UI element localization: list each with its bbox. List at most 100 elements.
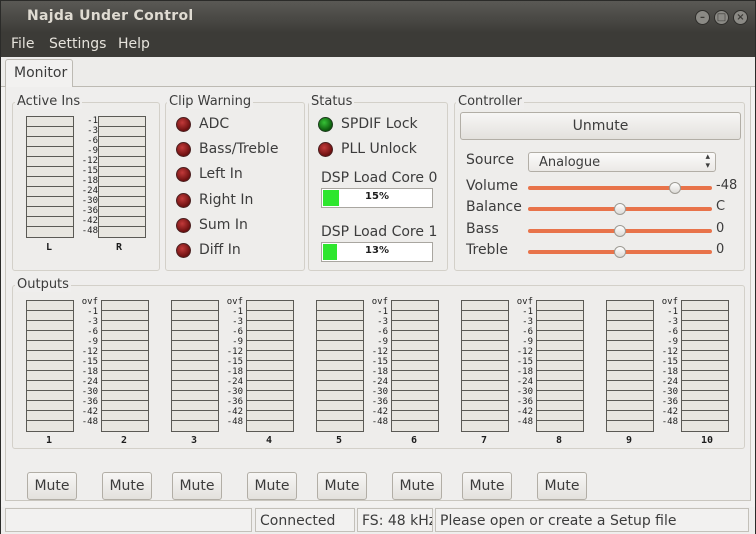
active-in-right-meter-segment: [99, 117, 145, 127]
output-meter-9-segment: [607, 361, 653, 371]
output-meter-9-segment: [607, 331, 653, 341]
output-scale-7-tick: -42: [516, 407, 533, 417]
output-meter-1-segment: [27, 311, 73, 321]
output-scale-7-tick: -30: [516, 387, 533, 397]
minimize-button[interactable]: –: [695, 10, 710, 25]
output-meter-4: [246, 300, 294, 432]
output-scale-1-tick: -42: [81, 407, 98, 417]
active-in-right-meter-segment: [99, 167, 145, 177]
output-scale-3-tick: -15: [226, 357, 243, 367]
active-in-left-meter-segment: [27, 217, 73, 227]
dsp-core1-percent: 13%: [365, 245, 389, 256]
close-button[interactable]: ×: [733, 10, 748, 25]
output-scale-9-tick: -3: [667, 317, 678, 327]
output-meter-5-segment: [317, 341, 363, 351]
mute-button-5[interactable]: Mute: [317, 472, 367, 500]
output-meter-6-segment: [392, 421, 438, 431]
output-meter-8-segment: [537, 341, 583, 351]
output-scale-5-tick: -48: [371, 417, 388, 427]
output-meter-3-segment: [172, 411, 218, 421]
active-in-left-label: L: [46, 242, 53, 253]
slider-value-0: -48: [716, 178, 738, 193]
output-meter-6-segment: [392, 341, 438, 351]
maximize-button[interactable]: □: [714, 10, 729, 25]
output-meter-3-segment: [172, 321, 218, 331]
output-scale-5-tick: -6: [377, 327, 388, 337]
active-in-right-label: R: [116, 242, 123, 253]
output-meter-5-segment: [317, 421, 363, 431]
active-in-right-meter-segment: [99, 157, 145, 167]
output-meter-2-segment: [102, 421, 148, 431]
mute-button-3[interactable]: Mute: [172, 472, 222, 500]
output-meter-7-segment: [462, 351, 508, 361]
connection-status: Connected: [255, 508, 355, 532]
output-meter-4-segment: [247, 391, 293, 401]
output-meter-2: [101, 300, 149, 432]
mute-button-4[interactable]: Mute: [247, 472, 297, 500]
output-meter-2-segment: [102, 321, 148, 331]
slider-value-3: 0: [716, 241, 725, 257]
output-scale-1-tick: -12: [81, 347, 98, 357]
output-scale-3-tick: -12: [226, 347, 243, 357]
output-meter-3-segment: [172, 381, 218, 391]
dsp-core1-label: DSP Load Core 1: [321, 224, 438, 240]
output-meter-2-segment: [102, 371, 148, 381]
output-meter-6-segment: [392, 391, 438, 401]
clip-led-4: [176, 217, 191, 233]
output-scale-3-tick: -42: [226, 407, 243, 417]
output-meter-6-segment: [392, 321, 438, 331]
mute-button-1[interactable]: Mute: [27, 472, 77, 500]
mute-button-2[interactable]: Mute: [102, 472, 152, 500]
output-scale-5: ovf -1 -3 -6 -9 -12 -15 -18 -24 -30 -36 -42 -48: [366, 297, 388, 427]
clip-led-3: [176, 192, 191, 208]
output-meter-8-segment: [537, 321, 583, 331]
sample-rate-status: FS: 48 kHz: [357, 508, 433, 532]
active-in-left-meter-segment: [27, 197, 73, 207]
clip-label-1: Bass/Treble: [199, 141, 279, 158]
tab-monitor[interactable]: Monitor: [5, 59, 73, 88]
active-in-left-meter: [26, 116, 74, 238]
active-in-right-meter-segment: [99, 127, 145, 137]
active-in-scale-tick: -30: [81, 196, 98, 206]
output-meter-9-segment: [607, 401, 653, 411]
menu-settings[interactable]: Settings: [49, 36, 106, 52]
active-in-right-meter-segment: [99, 187, 145, 197]
mute-button-7[interactable]: Mute: [462, 472, 512, 500]
dsp-core0-percent: 15%: [365, 191, 389, 202]
slider-handle-3[interactable]: [614, 245, 626, 258]
output-meter-5-segment: [317, 321, 363, 331]
output-channel-label-5: 5: [336, 435, 343, 446]
output-meter-1-segment: [27, 321, 73, 331]
output-meter-10-segment: [682, 401, 728, 411]
pll-unlock-label: PLL Unlock: [341, 141, 417, 157]
output-meter-6-segment: [392, 351, 438, 361]
output-scale-7-tick: -1: [522, 307, 533, 317]
output-meter-10-segment: [682, 411, 728, 421]
menu-help[interactable]: Help: [118, 36, 150, 52]
output-meter-10-segment: [682, 381, 728, 391]
slider-handle-2[interactable]: [614, 224, 626, 237]
output-meter-10-segment: [682, 361, 728, 371]
slider-track-0[interactable]: [528, 186, 712, 190]
source-value: Analogue: [539, 155, 601, 170]
active-in-right-meter-segment: [99, 217, 145, 227]
unmute-button[interactable]: Unmute: [460, 112, 741, 140]
output-meter-7-segment: [462, 311, 508, 321]
output-meter-9-segment: [607, 301, 653, 311]
output-scale-1-tick: -1: [87, 307, 98, 317]
mute-button-6[interactable]: Mute: [392, 472, 442, 500]
source-select[interactable]: Analogue ▴ ▾: [528, 152, 716, 172]
menu-file[interactable]: File: [11, 36, 34, 52]
output-meter-4-segment: [247, 351, 293, 361]
slider-handle-0[interactable]: [669, 182, 681, 194]
active-in-right-meter-segment: [99, 177, 145, 187]
output-scale-5-tick: -24: [371, 377, 388, 387]
output-scale-9-ovf: ovf: [661, 297, 678, 307]
active-in-left-meter-segment: [27, 187, 73, 197]
mute-button-8[interactable]: Mute: [537, 472, 587, 500]
output-meter-9-segment: [607, 341, 653, 351]
output-meter-1: [26, 300, 74, 432]
dsp-core0-progress: 15%: [321, 188, 433, 208]
output-meter-9-segment: [607, 351, 653, 361]
output-channel-label-10: 10: [701, 435, 714, 446]
